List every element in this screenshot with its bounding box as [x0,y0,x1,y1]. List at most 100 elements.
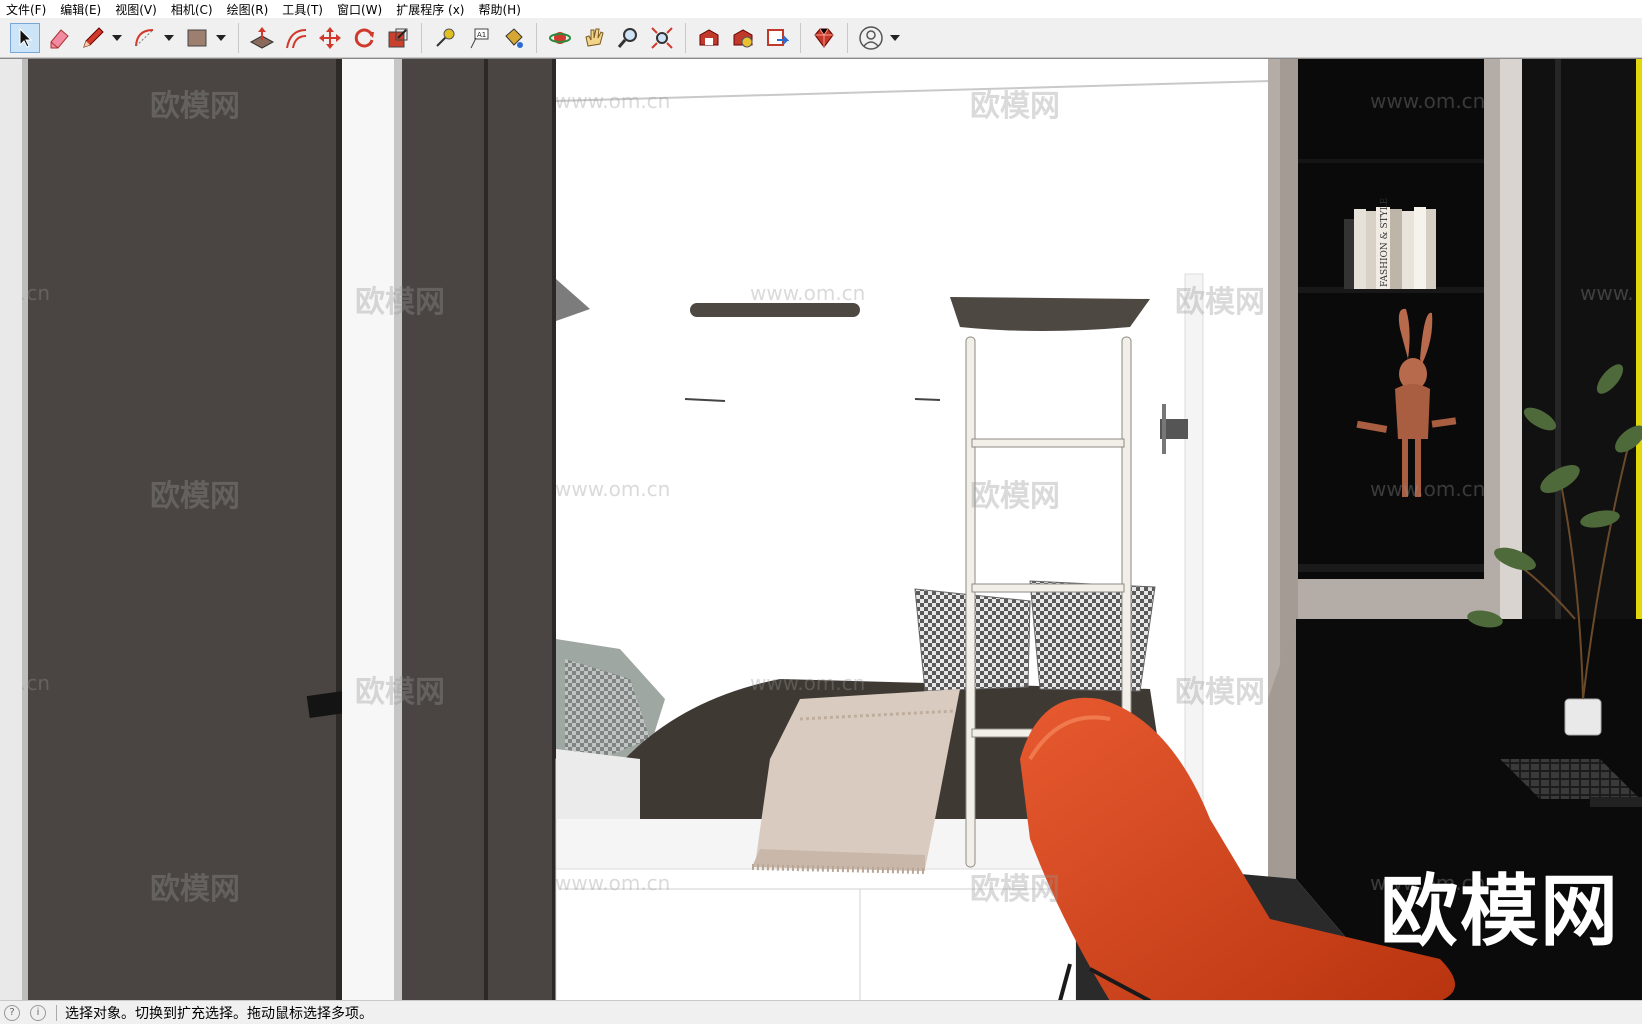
watermark-cn: 欧模网 [355,285,445,320]
book [1402,211,1414,289]
watermark-url: www.om.cn [750,671,866,695]
menu-extensions[interactable]: 扩展程序 (x) [396,1,464,18]
toolbar-separator [238,22,239,53]
orbit-tool-button[interactable] [545,23,575,53]
chevron-down-icon [112,34,122,41]
paint-bucket-icon [505,27,523,48]
watermark-url-partial: .cn [20,671,51,695]
warehouse-icon [699,28,719,45]
brand-watermark: 欧模网 [1380,867,1621,957]
push-pull-icon [249,26,275,49]
pan-tool-button[interactable] [579,23,609,53]
wall-shelf-right [950,297,1150,331]
dark-wardrobe-door [28,59,340,1000]
svg-text:A1: A1 [477,31,486,39]
zoom-tool-button[interactable] [613,23,643,53]
extension-warehouse-icon [733,28,753,47]
chevron-down-icon [216,34,226,41]
push-pull-tool-button[interactable] [247,23,277,53]
scale-tool-button[interactable] [383,23,413,53]
offset-tool-button[interactable] [281,23,311,53]
offset-icon [286,28,307,48]
text-tool-button[interactable]: A1 [464,23,494,53]
watermark-url-partial: .cn [20,281,51,305]
book [1354,209,1366,289]
ruby-console-tool-button[interactable] [809,23,839,53]
toolbar-separator [421,22,422,53]
account-dropdown[interactable] [888,23,902,53]
move-icon [319,26,341,49]
tape-measure-icon [436,28,455,47]
menu-window[interactable]: 窗口(W) [337,1,382,18]
toolbar-separator [685,22,686,53]
book [1426,209,1436,289]
tape-measure-tool-button[interactable] [430,23,460,53]
wall-shelf-left [690,303,860,317]
menu-draw[interactable]: 绘图(R) [227,1,269,18]
paint-bucket-tool-button[interactable] [498,23,528,53]
watermark-cn: 欧模网 [150,872,240,907]
warehouse-tool-button[interactable] [694,23,724,53]
layout-tool-button[interactable] [762,23,792,53]
book-spine-text: FASHION & STYLE [1380,198,1390,287]
watermark-url: www.om.cn [555,89,671,113]
status-message: 选择对象。切换到扩充选择。拖动鼠标选择多项。 [65,1005,373,1022]
plant-pot [1564,698,1602,736]
account-button[interactable] [856,23,886,53]
menu-bar: 文件(F) 编辑(E) 视图(V) 相机(C) 绘图(R) 工具(T) 窗口(W… [0,0,1642,18]
rectangle-icon [187,29,207,46]
line-tool-dropdown[interactable] [110,23,124,53]
menu-camera[interactable]: 相机(C) [171,1,213,18]
dark-column-panel [402,59,486,1000]
ladder-rail-right [1121,336,1132,768]
menu-view[interactable]: 视图(V) [115,1,157,18]
pillow-right [1029,580,1156,692]
menu-tools[interactable]: 工具(T) [282,1,323,18]
zoom-extents-tool-button[interactable] [647,23,677,53]
chevron-down-icon [164,34,174,41]
line-tool-button[interactable] [78,23,108,53]
watermark-url: www.om.cn [1370,477,1486,501]
arc-tool-dropdown[interactable] [162,23,176,53]
user-account-icon [859,25,883,50]
arc-icon [135,28,154,46]
book [1414,207,1426,289]
menu-edit[interactable]: 编辑(E) [60,1,101,18]
rotate-tool-button[interactable] [349,23,379,53]
bookcase-interior [1296,59,1484,579]
toolbar-separator [800,22,801,53]
ladder-rail-left [965,336,976,868]
rotate-icon [354,28,374,47]
rectangle-tool-button[interactable] [182,23,212,53]
eraser-tool-button[interactable] [44,23,74,53]
watermark-cn: 欧模网 [970,872,1060,907]
model-viewport[interactable]: FASHION & STYLE 欧模网 欧模网 www.om.cn www.om… [0,58,1642,1000]
help-icon[interactable]: ? [4,1004,20,1021]
watermark-url-partial-right: www. [1580,281,1634,305]
arrow-cursor-icon [19,27,33,48]
menu-file[interactable]: 文件(F) [6,1,46,18]
menu-help[interactable]: 帮助(H) [478,1,520,18]
zoom-extents-icon [651,26,673,49]
pan-hand-icon [585,28,604,47]
orbit-icon [549,31,571,44]
watermark-url: www.om.cn [1370,89,1486,113]
status-separator [56,1004,57,1021]
main-toolbar: A1 [0,18,1642,58]
pencil-icon [83,26,104,48]
rectangle-tool-dropdown[interactable] [214,23,228,53]
extension-warehouse-tool-button[interactable] [728,23,758,53]
zoom-icon [617,27,637,48]
select-tool-button[interactable] [10,22,40,53]
book [1390,209,1402,289]
watermark-cn: 欧模网 [1175,285,1265,320]
watermark-cn: 欧模网 [970,479,1060,514]
white-wall-strip [342,59,398,1000]
move-tool-button[interactable] [315,23,345,53]
scale-icon [388,28,408,47]
watermark-url: www.om.cn [750,281,866,305]
book [1344,219,1354,289]
arc-tool-button[interactable] [130,23,160,53]
info-icon[interactable]: i [30,1004,46,1021]
text-icon: A1 [470,28,489,48]
